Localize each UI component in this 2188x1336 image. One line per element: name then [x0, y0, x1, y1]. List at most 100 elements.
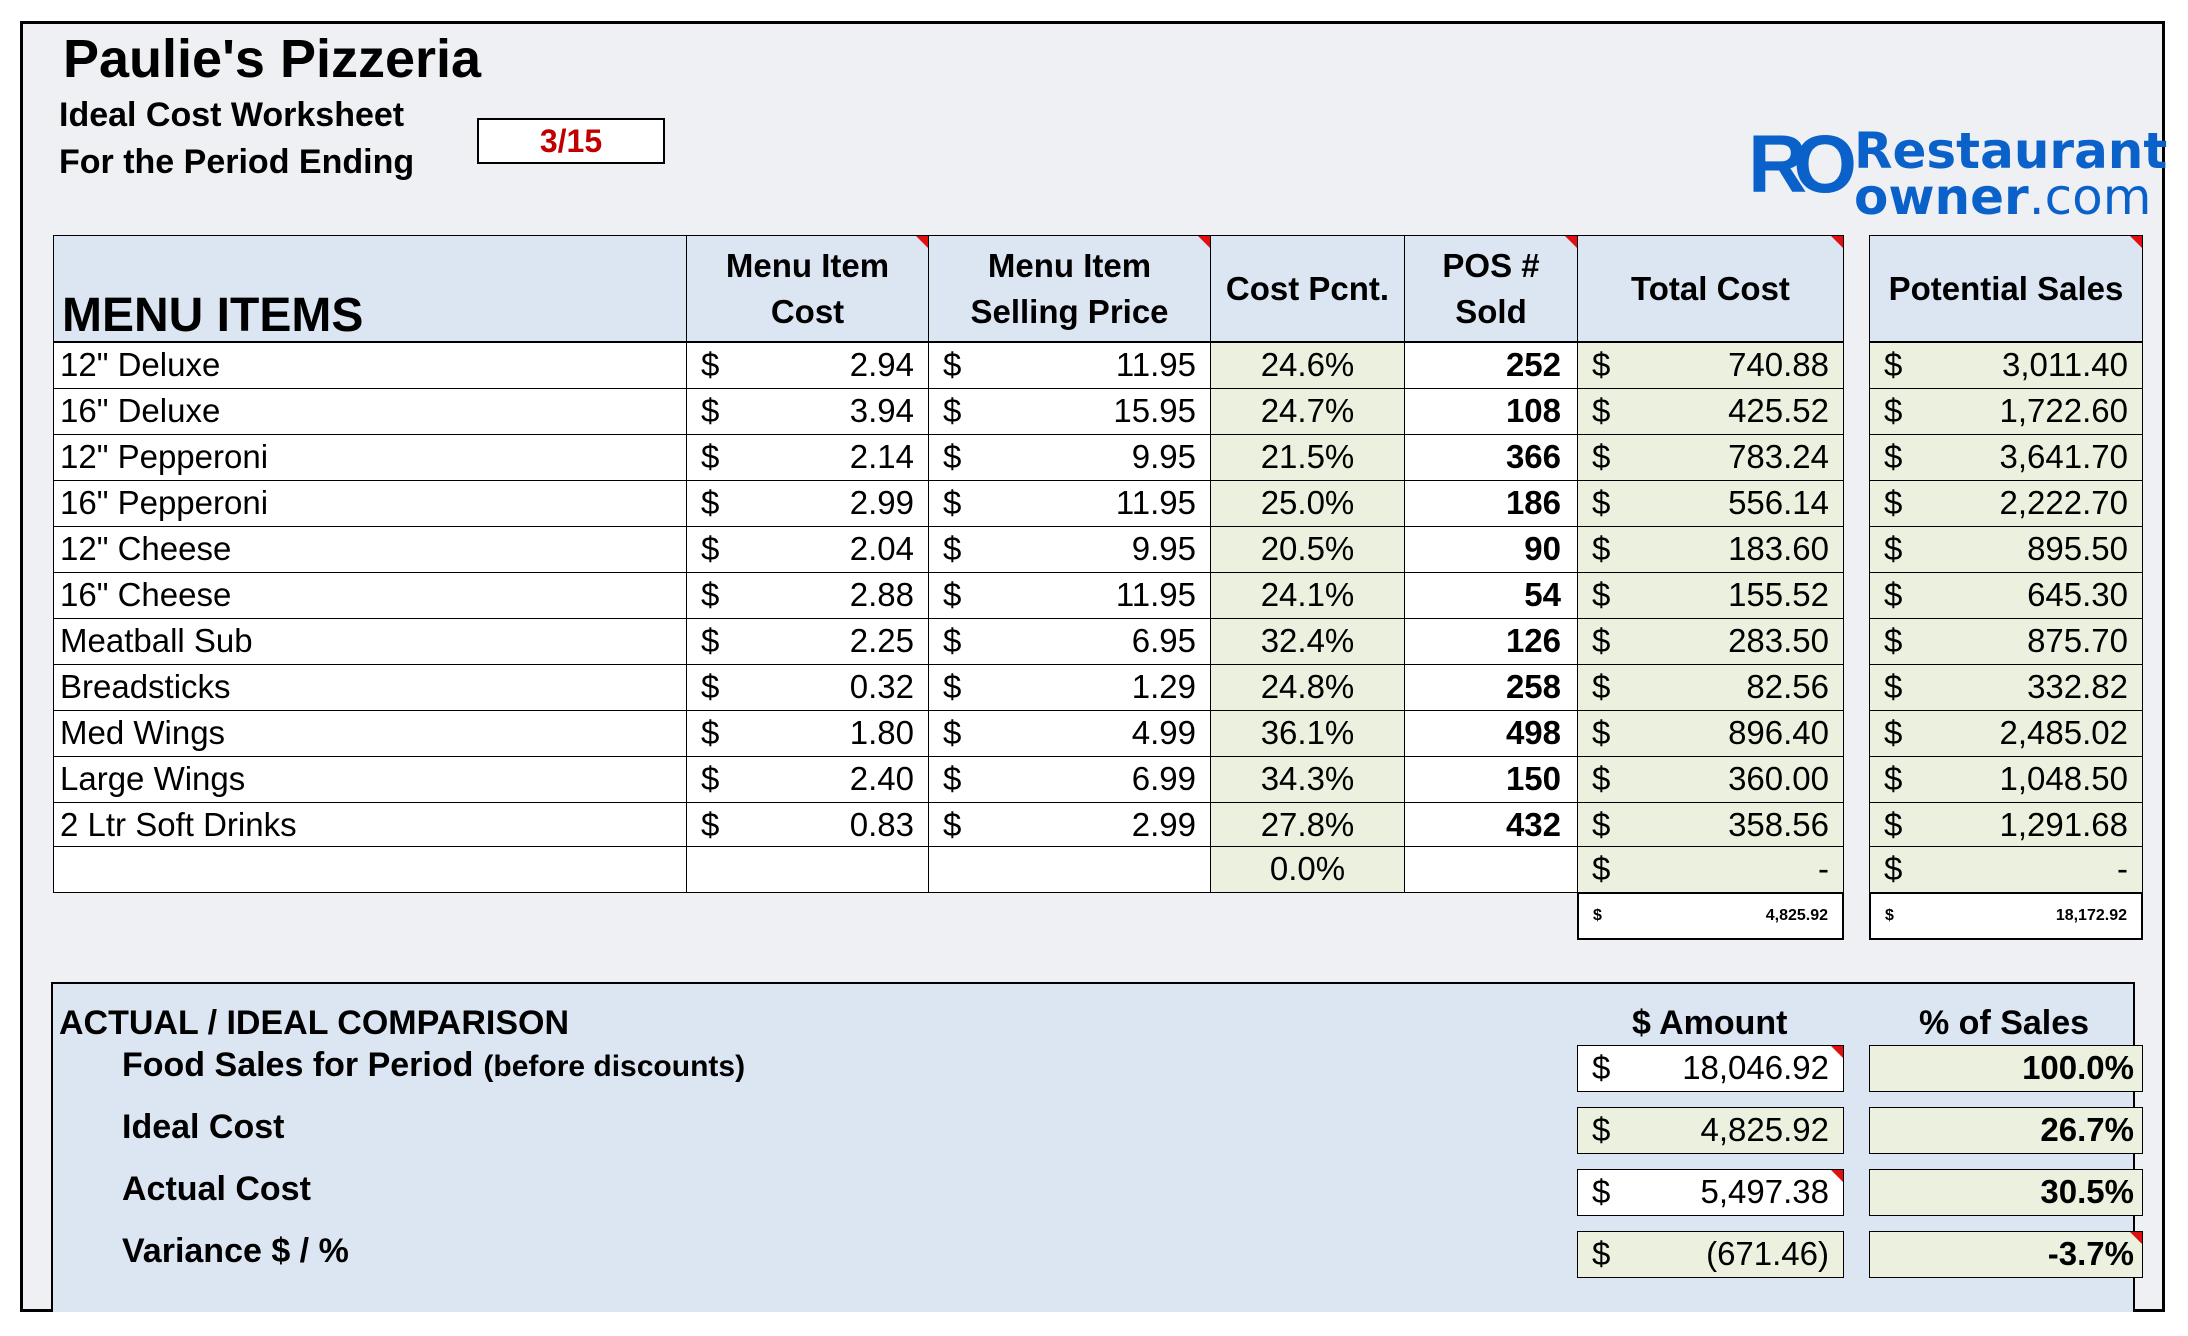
header-potential-sales[interactable]: Potential Sales	[1869, 235, 2143, 342]
row-1-cost[interactable]: $2.94	[686, 342, 929, 389]
comparison-amount-2[interactable]: $4,825.92	[1577, 1107, 1844, 1154]
total-cost-sum[interactable]: $4,825.92	[1577, 892, 1844, 940]
header-selling-price[interactable]: Menu Item Selling Price	[928, 235, 1211, 342]
row-4-sales[interactable]: $2,222.70	[1869, 480, 2143, 527]
comparison-pct-2[interactable]: 26.7%	[1869, 1107, 2143, 1154]
row-7-price[interactable]: $6.95	[928, 618, 1211, 665]
row-4-cost[interactable]: $2.99	[686, 480, 929, 527]
row-8-cost[interactable]: $0.32	[686, 664, 929, 711]
comparison-pct-1[interactable]: 100.0%	[1869, 1045, 2143, 1092]
row-10-sales[interactable]: $1,048.50	[1869, 756, 2143, 803]
row-1-name[interactable]: 12" Deluxe	[53, 342, 687, 389]
row-1-sales[interactable]: $3,011.40	[1869, 342, 2143, 389]
row-1-total[interactable]: $740.88	[1577, 342, 1844, 389]
row-5-price[interactable]: $9.95	[928, 526, 1211, 573]
potential-sales-sum[interactable]: $18,172.92	[1869, 892, 2143, 940]
row-4-price[interactable]: $11.95	[928, 480, 1211, 527]
row-5-sales[interactable]: $895.50	[1869, 526, 2143, 573]
row-7-sold[interactable]: 126	[1404, 618, 1578, 665]
row-10-total[interactable]: $360.00	[1577, 756, 1844, 803]
row-10-price[interactable]: $6.99	[928, 756, 1211, 803]
row-9-sales[interactable]: $2,485.02	[1869, 710, 2143, 757]
row-11-total[interactable]: $358.56	[1577, 802, 1844, 847]
row-9-cost[interactable]: $1.80	[686, 710, 929, 757]
row-12-cost[interactable]	[686, 846, 929, 893]
row-4-total[interactable]: $556.14	[1577, 480, 1844, 527]
row-11-sales[interactable]: $1,291.68	[1869, 802, 2143, 847]
row-12-total[interactable]: $ -	[1577, 846, 1844, 893]
row-4-sold[interactable]: 186	[1404, 480, 1578, 527]
row-10-sold[interactable]: 150	[1404, 756, 1578, 803]
row-6-name[interactable]: 16" Cheese	[53, 572, 687, 619]
row-6-sales[interactable]: $645.30	[1869, 572, 2143, 619]
row-12-price[interactable]	[928, 846, 1211, 893]
row-2-total[interactable]: $425.52	[1577, 388, 1844, 435]
row-7-pct[interactable]: 32.4%	[1210, 618, 1405, 665]
row-2-pct[interactable]: 24.7%	[1210, 388, 1405, 435]
row-7-sales[interactable]: $875.70	[1869, 618, 2143, 665]
row-9-pct[interactable]: 36.1%	[1210, 710, 1405, 757]
row-5-total[interactable]: $183.60	[1577, 526, 1844, 573]
row-1-pct[interactable]: 24.6%	[1210, 342, 1405, 389]
row-3-cost[interactable]: $2.14	[686, 434, 929, 481]
row-5-name[interactable]: 12" Cheese	[53, 526, 687, 573]
row-10-cost[interactable]: $2.40	[686, 756, 929, 803]
row-3-name[interactable]: 12" Pepperoni	[53, 434, 687, 481]
row-7-name[interactable]: Meatball Sub	[53, 618, 687, 665]
comparison-amount-1[interactable]: $18,046.92	[1577, 1045, 1844, 1092]
row-3-price[interactable]: $9.95	[928, 434, 1211, 481]
row-2-sold[interactable]: 108	[1404, 388, 1578, 435]
row-12-sales[interactable]: $ -	[1869, 846, 2143, 893]
row-8-sold[interactable]: 258	[1404, 664, 1578, 711]
row-7-total[interactable]: $283.50	[1577, 618, 1844, 665]
row-6-pct[interactable]: 24.1%	[1210, 572, 1405, 619]
row-11-pct[interactable]: 27.8%	[1210, 802, 1405, 847]
comparison-pct-4[interactable]: -3.7%	[1869, 1231, 2143, 1278]
header-pos-sold[interactable]: POS # Sold	[1404, 235, 1578, 342]
comparison-pct-3[interactable]: 30.5%	[1869, 1169, 2143, 1216]
row-9-total[interactable]: $896.40	[1577, 710, 1844, 757]
period-ending-cell[interactable]: 3/15	[477, 118, 665, 164]
row-6-total[interactable]: $155.52	[1577, 572, 1844, 619]
row-11-sold[interactable]: 432	[1404, 802, 1578, 847]
row-11-price[interactable]: $2.99	[928, 802, 1211, 847]
header-total-cost[interactable]: Total Cost	[1577, 235, 1844, 342]
row-5-pct[interactable]: 20.5%	[1210, 526, 1405, 573]
row-2-sales[interactable]: $1,722.60	[1869, 388, 2143, 435]
comparison-amount-3[interactable]: $5,497.38	[1577, 1169, 1844, 1216]
row-2-name[interactable]: 16" Deluxe	[53, 388, 687, 435]
row-8-pct[interactable]: 24.8%	[1210, 664, 1405, 711]
row-12-sold[interactable]	[1404, 846, 1578, 893]
header-menu-item-cost[interactable]: Menu Item Cost	[686, 235, 929, 342]
row-6-cost[interactable]: $2.88	[686, 572, 929, 619]
row-3-sold[interactable]: 366	[1404, 434, 1578, 481]
row-3-sales[interactable]: $3,641.70	[1869, 434, 2143, 481]
row-12-name[interactable]	[53, 846, 687, 893]
row-8-name[interactable]: Breadsticks	[53, 664, 687, 711]
row-9-sold[interactable]: 498	[1404, 710, 1578, 757]
row-8-price[interactable]: $1.29	[928, 664, 1211, 711]
row-11-cost[interactable]: $0.83	[686, 802, 929, 847]
row-6-sold[interactable]: 54	[1404, 572, 1578, 619]
row-11-name[interactable]: 2 Ltr Soft Drinks	[53, 802, 687, 847]
row-6-price[interactable]: $11.95	[928, 572, 1211, 619]
row-3-total[interactable]: $783.24	[1577, 434, 1844, 481]
row-5-sold[interactable]: 90	[1404, 526, 1578, 573]
row-2-price[interactable]: $15.95	[928, 388, 1211, 435]
row-7-cost[interactable]: $2.25	[686, 618, 929, 665]
row-2-cost[interactable]: $3.94	[686, 388, 929, 435]
row-10-name[interactable]: Large Wings	[53, 756, 687, 803]
row-8-sales[interactable]: $332.82	[1869, 664, 2143, 711]
row-5-cost[interactable]: $2.04	[686, 526, 929, 573]
row-4-name[interactable]: 16" Pepperoni	[53, 480, 687, 527]
row-12-pct[interactable]: 0.0%	[1210, 846, 1405, 893]
row-9-name[interactable]: Med Wings	[53, 710, 687, 757]
row-10-pct[interactable]: 34.3%	[1210, 756, 1405, 803]
row-8-total[interactable]: $82.56	[1577, 664, 1844, 711]
row-4-pct[interactable]: 25.0%	[1210, 480, 1405, 527]
row-1-sold[interactable]: 252	[1404, 342, 1578, 389]
row-9-price[interactable]: $4.99	[928, 710, 1211, 757]
row-3-pct[interactable]: 21.5%	[1210, 434, 1405, 481]
row-1-price[interactable]: $11.95	[928, 342, 1211, 389]
comparison-amount-4[interactable]: $ (671.46)	[1577, 1231, 1844, 1278]
